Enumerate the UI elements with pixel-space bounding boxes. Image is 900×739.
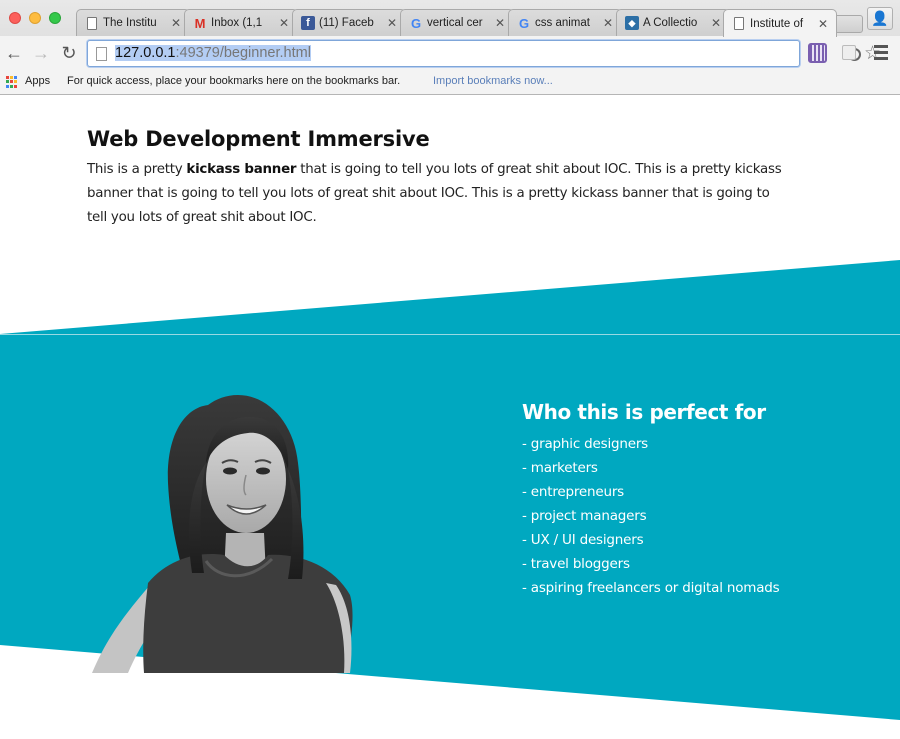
tab-2[interactable]: M Inbox (1,1 ✕ — [184, 9, 298, 36]
minimize-window-button[interactable] — [29, 12, 41, 24]
tab-4[interactable]: G vertical cer ✕ — [400, 9, 514, 36]
google-icon: G — [410, 15, 422, 31]
import-bookmarks-link[interactable]: Import bookmarks now... — [433, 75, 553, 87]
menu-icon[interactable] — [874, 45, 888, 63]
close-icon[interactable]: ✕ — [495, 16, 505, 30]
address-bar[interactable]: 127.0.0.1:49379/beginner.html ☆ — [87, 40, 881, 67]
facebook-icon: f — [301, 16, 315, 30]
url-text[interactable]: 127.0.0.1:49379/beginner.html — [115, 45, 311, 61]
list-item: - travel bloggers — [522, 556, 630, 572]
tab-7-active[interactable]: Institute of ✕ — [723, 9, 837, 37]
close-icon[interactable]: ✕ — [603, 16, 613, 30]
tab-title: (11) Faceb — [319, 17, 374, 29]
drop-icon: ◆ — [625, 16, 639, 30]
tab-5[interactable]: G css animat ✕ — [508, 9, 622, 36]
banner-text-start: This is a pretty — [87, 162, 187, 177]
extension-icon[interactable] — [808, 43, 827, 63]
close-icon[interactable]: ✕ — [171, 16, 181, 30]
web-page: Web Development Immersive This is a pret… — [0, 95, 900, 739]
banner-text-bold: kickass banner — [186, 162, 297, 177]
toolbar: ← → ↻ 127.0.0.1:49379/beginner.html ☆ — [0, 36, 900, 72]
url-path: :49379/beginner.html — [175, 45, 311, 61]
browser-chrome: The Institu ✕ M Inbox (1,1 ✕ f (11) Face… — [0, 0, 900, 95]
forward-arrow-icon[interactable]: → — [30, 42, 52, 64]
list-item: - graphic designers — [522, 436, 649, 452]
close-icon[interactable]: ✕ — [387, 16, 397, 30]
close-icon[interactable]: ✕ — [279, 16, 289, 30]
tab-bar: The Institu ✕ M Inbox (1,1 ✕ f (11) Face… — [0, 0, 900, 37]
url-host: 127.0.0.1 — [115, 45, 176, 61]
bookmarks-bar: Apps For quick access, place your bookma… — [0, 72, 900, 94]
profile-icon[interactable]: 👤 — [867, 7, 893, 30]
google-icon: G — [518, 15, 530, 31]
tab-3[interactable]: f (11) Faceb ✕ — [292, 9, 406, 36]
close-window-button[interactable] — [9, 12, 21, 24]
close-icon[interactable]: ✕ — [711, 16, 721, 30]
audience-list: - graphic designers - marketers - entrep… — [522, 432, 780, 600]
list-item: - UX / UI designers — [522, 532, 644, 548]
audience-title: Who this is perfect for — [522, 400, 766, 424]
gmail-icon: M — [194, 15, 206, 31]
list-item: - entrepreneurs — [522, 484, 625, 500]
page-icon — [96, 47, 107, 61]
list-item: - aspiring freelancers or digital nomads — [522, 580, 780, 596]
back-arrow-icon[interactable]: ← — [3, 42, 25, 64]
document-icon — [85, 16, 99, 30]
woman-portrait-image — [92, 395, 353, 673]
extension-icon[interactable] — [842, 45, 856, 60]
tab-6[interactable]: ◆ A Collectio ✕ — [616, 9, 730, 36]
tab-title: Institute of — [750, 17, 804, 30]
apps-link[interactable]: Apps — [25, 75, 50, 87]
reload-icon[interactable]: ↻ — [58, 42, 80, 64]
tab-title: vertical cer — [427, 17, 483, 29]
tab-title: css animat — [535, 17, 590, 29]
apps-grid-icon[interactable] — [6, 76, 18, 88]
close-icon[interactable]: ✕ — [818, 17, 828, 31]
banner-title: Web Development Immersive — [87, 127, 430, 151]
tab-title: A Collectio — [643, 17, 698, 29]
maximize-window-button[interactable] — [49, 12, 61, 24]
section-divider — [0, 334, 900, 335]
tab-title: Inbox (1,1 — [211, 17, 263, 29]
document-icon — [732, 17, 746, 31]
banner-text: This is a pretty kickass banner that is … — [87, 158, 787, 230]
tab-1[interactable]: The Institu ✕ — [76, 9, 190, 36]
tab-title: The Institu — [103, 17, 157, 29]
list-item: - project managers — [522, 508, 647, 524]
list-item: - marketers — [522, 460, 598, 476]
bookmarks-hint: For quick access, place your bookmarks h… — [67, 75, 401, 87]
